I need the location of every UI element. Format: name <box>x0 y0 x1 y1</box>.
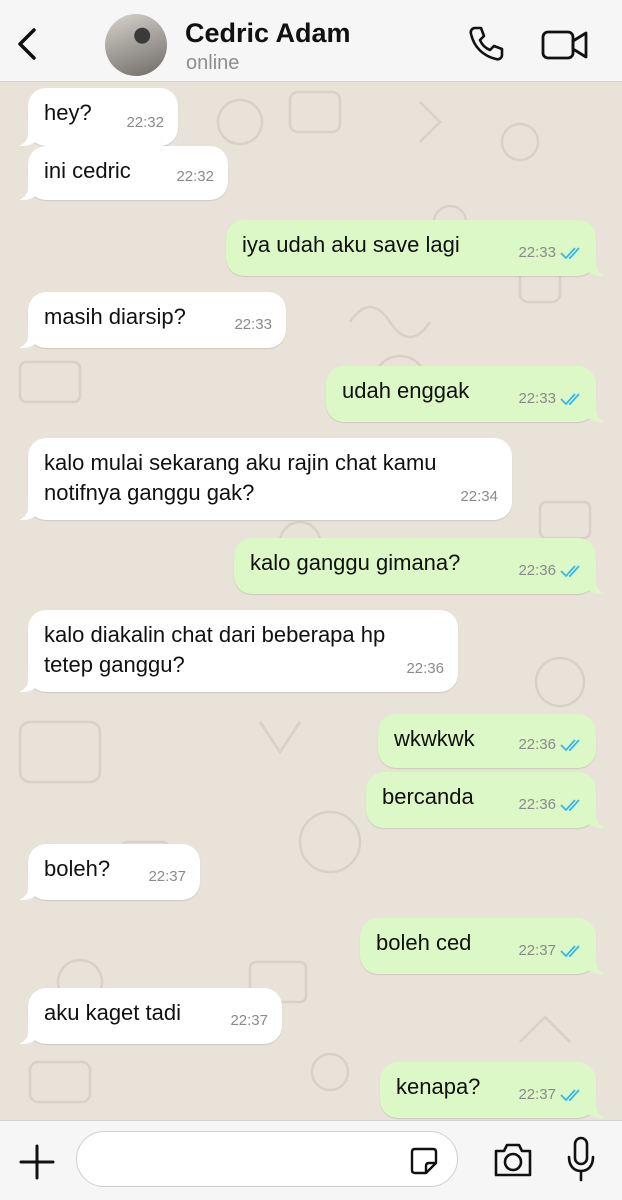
double-check-icon <box>560 945 580 958</box>
sticker-icon[interactable] <box>409 1146 439 1176</box>
message-text: kenapa? <box>396 1074 481 1099</box>
outgoing-message[interactable]: boleh ced 22:37 <box>360 918 616 974</box>
message-meta: 22:33 <box>518 238 584 268</box>
message-time: 22:36 <box>518 562 556 579</box>
avatar[interactable] <box>105 14 167 76</box>
message-meta: 22:36 <box>518 556 584 586</box>
message-input[interactable] <box>76 1131 458 1187</box>
outgoing-message[interactable]: kenapa? 22:37 <box>380 1062 616 1118</box>
message-text: masih diarsip? <box>44 304 186 329</box>
incoming-message[interactable]: ini cedric 22:32 <box>8 146 228 200</box>
composer-bar <box>0 1120 622 1200</box>
message-text: kalo diakalin chat dari beberapa hp tete… <box>44 622 386 677</box>
message-text: boleh? <box>44 856 111 881</box>
chat-header: Cedric Adam online <box>0 0 622 82</box>
message-time: 22:32 <box>176 168 214 185</box>
outgoing-message[interactable]: wkwkwk 22:36 <box>378 714 596 768</box>
message-text: hey? <box>44 100 92 125</box>
chat-area[interactable]: hey? 22:32 ini cedric 22:32 iya udah aku… <box>0 82 622 1120</box>
message-text: boleh ced <box>376 930 472 955</box>
phone-icon[interactable] <box>466 24 506 64</box>
message-text: ini cedric <box>44 158 131 183</box>
message-time: 22:33 <box>518 244 556 261</box>
incoming-message[interactable]: hey? 22:32 <box>8 88 178 146</box>
microphone-icon[interactable] <box>565 1135 597 1185</box>
message-time: 22:33 <box>518 390 556 407</box>
outgoing-message[interactable]: kalo ganggu gimana? 22:36 <box>234 538 616 594</box>
message-text: kalo ganggu gimana? <box>250 550 461 575</box>
message-time: 22:37 <box>148 868 186 885</box>
outgoing-message[interactable]: bercanda 22:36 <box>366 772 616 828</box>
double-check-icon <box>560 1089 580 1102</box>
message-meta: 22:37 <box>518 936 584 966</box>
double-check-icon <box>560 247 580 260</box>
message-text: aku kaget tadi <box>44 1000 181 1025</box>
message-time: 22:37 <box>518 942 556 959</box>
message-time: 22:33 <box>234 316 272 333</box>
message-time: 22:32 <box>126 114 164 131</box>
message-time: 22:37 <box>230 1012 268 1029</box>
double-check-icon <box>560 799 580 812</box>
message-time: 22:34 <box>460 488 498 505</box>
message-time: 22:37 <box>518 1086 556 1103</box>
outgoing-message[interactable]: udah enggak 22:33 <box>326 366 616 422</box>
message-text: udah enggak <box>342 378 470 403</box>
chevron-left-icon[interactable] <box>12 24 42 64</box>
incoming-message[interactable]: boleh? 22:37 <box>8 844 200 900</box>
contact-status: online <box>186 52 240 74</box>
message-time: 22:36 <box>518 736 556 753</box>
outgoing-message[interactable]: iya udah aku save lagi 22:33 <box>226 220 616 276</box>
message-text: bercanda <box>382 784 474 809</box>
double-check-icon <box>560 565 580 578</box>
message-text: iya udah aku save lagi <box>242 232 460 257</box>
incoming-message[interactable]: masih diarsip? 22:33 <box>8 292 286 348</box>
message-time: 22:36 <box>518 796 556 813</box>
contact-name[interactable]: Cedric Adam <box>185 18 351 49</box>
double-check-icon <box>560 739 580 752</box>
video-camera-icon[interactable] <box>540 26 590 64</box>
camera-icon[interactable] <box>492 1141 534 1179</box>
incoming-message[interactable]: aku kaget tadi 22:37 <box>8 988 282 1044</box>
plus-icon[interactable] <box>18 1143 56 1181</box>
message-text: wkwkwk <box>394 726 475 751</box>
incoming-message[interactable]: kalo diakalin chat dari beberapa hp tete… <box>8 610 458 692</box>
message-meta: 22:36 <box>518 790 584 820</box>
message-meta: 22:33 <box>518 384 584 414</box>
message-meta: 22:36 <box>518 730 584 760</box>
incoming-message[interactable]: kalo mulai sekarang aku rajin chat kamu … <box>8 438 512 520</box>
double-check-icon <box>560 393 580 406</box>
message-time: 22:36 <box>406 660 444 677</box>
message-text: kalo mulai sekarang aku rajin chat kamu … <box>44 450 437 505</box>
message-meta: 22:37 <box>518 1080 584 1110</box>
